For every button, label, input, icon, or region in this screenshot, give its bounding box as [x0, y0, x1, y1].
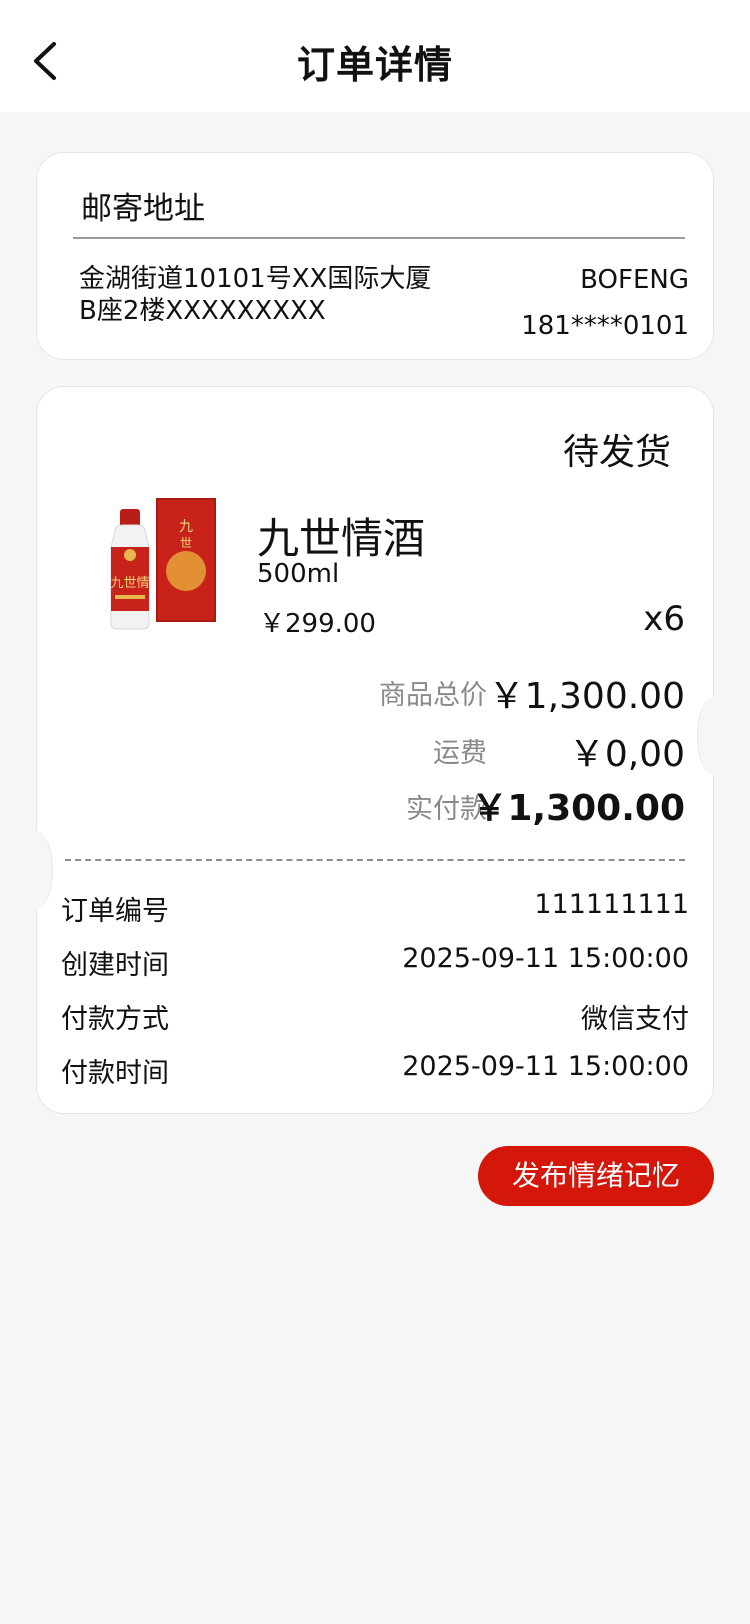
product-spec: 500ml [257, 559, 340, 589]
created-time-value: 2025-09-11 15:00:00 [402, 943, 689, 974]
ticket-notch-left [19, 831, 53, 909]
order-status: 待发货 [562, 432, 671, 473]
recipient-name: BOFENG [580, 265, 689, 295]
recipient-phone: 181****0101 [521, 311, 689, 341]
shipping-label: 运费 [433, 738, 487, 769]
product-quantity: x6 [643, 599, 685, 639]
address-line-1: 金湖街道10101号XX国际大厦 [79, 264, 432, 294]
order-number-value: 111111111 [534, 889, 689, 920]
product-price: ￥299.00 [259, 609, 376, 639]
payment-method-value: 微信支付 [581, 1004, 689, 1035]
subtotal-value: ￥1,300.00 [488, 676, 685, 717]
order-number-label: 订单编号 [61, 896, 169, 927]
product-image[interactable]: 九 世 九世情 [65, 491, 255, 641]
address-divider [73, 237, 685, 239]
address-section-title: 邮寄地址 [81, 191, 205, 227]
subtotal-label: 商品总价 [379, 680, 487, 711]
created-time-label: 创建时间 [61, 950, 169, 981]
product-name: 九世情酒 [257, 514, 426, 563]
paid-value: ￥1,300.00 [471, 788, 685, 829]
publish-emotion-memory-button[interactable]: 发布情绪记忆 [478, 1146, 714, 1206]
order-card: 待发货 九 世 九世情 九世情酒 500ml ￥299.00 x6 商品总价 ￥… [19, 386, 731, 1114]
payment-method-label: 付款方式 [61, 1004, 169, 1035]
page-title: 订单详情 [296, 43, 453, 87]
ticket-notch-right [697, 697, 731, 775]
address-card: 邮寄地址 金湖街道10101号XX国际大厦 B座2楼XXXXXXXXX BOFE… [36, 152, 714, 360]
bottle-label: 九世情 [110, 576, 149, 591]
payment-time-value: 2025-09-11 15:00:00 [402, 1051, 689, 1082]
shipping-value: ￥0,00 [568, 734, 685, 775]
address-line-2: B座2楼XXXXXXXXX [79, 296, 326, 326]
dashed-divider [65, 859, 685, 861]
top-bar: 订单详情 [0, 0, 750, 112]
payment-time-label: 付款时间 [61, 1058, 169, 1089]
svg-text:九: 九 [179, 519, 193, 535]
svg-text:世: 世 [180, 536, 192, 550]
